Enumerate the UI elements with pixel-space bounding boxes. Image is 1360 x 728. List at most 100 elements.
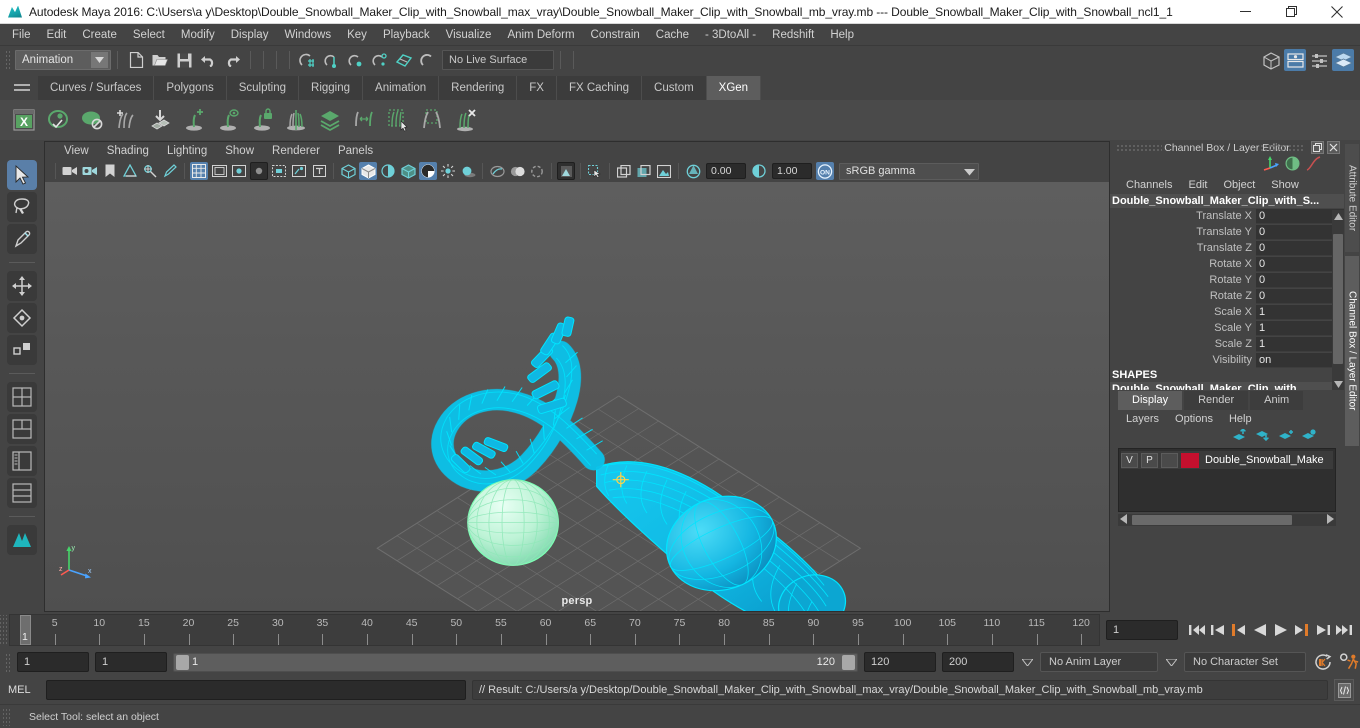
select-camera-icon[interactable] [61, 162, 79, 180]
image-plane-icon[interactable] [121, 162, 139, 180]
menu-item-visualize[interactable]: Visualize [438, 26, 500, 44]
menu-item-edit[interactable]: Edit [39, 26, 75, 44]
channel-row-translate-y[interactable]: Translate Y 0 [1110, 224, 1344, 240]
channel-row-translate-x[interactable]: Translate X 0 [1110, 208, 1344, 224]
snap-to-view-plane-icon[interactable] [392, 49, 416, 71]
character-set-dropdown-arrow-icon[interactable] [1164, 652, 1178, 672]
scale-tool-icon[interactable] [7, 335, 37, 365]
paint-select-tool-icon[interactable] [7, 224, 37, 254]
step-forward-keyframe-icon[interactable] [1312, 619, 1333, 641]
viewport-menu-view[interactable]: View [55, 145, 98, 157]
attribute-value[interactable]: 0 [1256, 224, 1344, 240]
playback-end-time-field[interactable]: 120 [864, 652, 936, 672]
menu-item-create[interactable]: Create [74, 26, 125, 44]
menu-set-selector[interactable]: Animation [15, 50, 111, 70]
wireframe-shading-icon[interactable] [339, 162, 357, 180]
grease-pencil-icon[interactable] [161, 162, 179, 180]
character-set-selector[interactable]: No Character Set [1184, 652, 1306, 672]
gamma-icon[interactable] [750, 162, 768, 180]
hscrollbar-thumb[interactable] [1132, 515, 1292, 525]
snap-to-curve-icon[interactable] [320, 49, 344, 71]
attribute-value[interactable]: on [1256, 352, 1344, 368]
range-start-handle[interactable] [176, 654, 189, 670]
current-frame-field[interactable]: 1 [1106, 620, 1178, 640]
gate-mask-icon[interactable] [250, 162, 268, 180]
layer-color-swatch[interactable] [1181, 452, 1199, 468]
command-language-label[interactable]: MEL [8, 684, 40, 696]
channel-row-rotate-y[interactable]: Rotate Y 0 [1110, 272, 1344, 288]
render-current-frame-icon[interactable] [615, 162, 633, 180]
shelf-tab-xgen[interactable]: XGen [706, 76, 762, 100]
go-to-end-icon[interactable] [1333, 619, 1354, 641]
xgen-mirror-primitive-icon[interactable] [280, 102, 312, 138]
attribute-value[interactable]: 0 [1256, 208, 1344, 224]
close-icon[interactable] [1314, 0, 1360, 24]
save-scene-icon[interactable] [172, 49, 196, 71]
irc-render-region-icon[interactable] [635, 162, 653, 180]
layer-display-type-toggle[interactable] [1161, 452, 1178, 468]
manipulator-axes-icon[interactable] [1262, 156, 1279, 176]
use-all-lights-icon[interactable] [439, 162, 457, 180]
shelf-tab-rigging[interactable]: Rigging [299, 76, 364, 100]
new-scene-icon[interactable] [124, 49, 148, 71]
layer-tab-anim[interactable]: Anim [1250, 391, 1304, 410]
open-scene-icon[interactable] [148, 49, 172, 71]
anim-layer-dropdown-arrow-icon[interactable] [1020, 652, 1034, 672]
color-space-selector[interactable]: sRGB gamma [839, 162, 979, 180]
xgen-preview-icon[interactable] [42, 102, 74, 138]
textured-mode-icon[interactable] [419, 162, 437, 180]
menu-item-anim-deform[interactable]: Anim Deform [499, 26, 582, 44]
menu-item-help[interactable]: Help [822, 26, 862, 44]
viewport-menu-shading[interactable]: Shading [98, 145, 158, 157]
show-hide-modeling-toolkit-icon[interactable] [1260, 49, 1282, 71]
two-d-pan-zoom-icon[interactable] [141, 162, 159, 180]
channel-row-rotate-x[interactable]: Rotate X 0 [1110, 256, 1344, 272]
anim-layer-selector[interactable]: No Anim Layer [1040, 652, 1158, 672]
maximize-icon[interactable] [1268, 0, 1314, 24]
viewport-menu-lighting[interactable]: Lighting [158, 145, 216, 157]
range-slider-grip[interactable] [4, 652, 11, 672]
new-layer-icon[interactable] [1279, 428, 1293, 446]
xgen-transfer-groom-icon[interactable] [348, 102, 380, 138]
menu-item-windows[interactable]: Windows [276, 26, 339, 44]
viewport-3d-canvas[interactable]: y x z persp [45, 182, 1109, 611]
xgen-clear-region-icon[interactable] [416, 102, 448, 138]
animation-preferences-icon[interactable] [1339, 651, 1360, 673]
layer-visibility-toggle[interactable]: V [1121, 452, 1138, 468]
script-editor-icon[interactable] [1334, 679, 1354, 701]
attribute-value[interactable]: 0 [1256, 272, 1344, 288]
undo-icon[interactable] [196, 49, 220, 71]
show-hide-tool-settings-icon[interactable] [1308, 49, 1330, 71]
channel-row-scale-z[interactable]: Scale Z 1 [1110, 336, 1344, 352]
menu-item-display[interactable]: Display [223, 26, 277, 44]
smooth-shade-all-icon[interactable] [359, 162, 377, 180]
range-end-handle[interactable] [842, 654, 855, 670]
channel-box-menu-channels[interactable]: Channels [1118, 179, 1180, 191]
play-forwards-icon[interactable] [1270, 619, 1291, 641]
menu-item-modify[interactable]: Modify [173, 26, 223, 44]
channel-box-scrollbar[interactable] [1332, 210, 1344, 390]
command-input-field[interactable] [46, 680, 466, 700]
shelf-menu-icon[interactable] [14, 80, 30, 94]
exposure-field[interactable]: 0.00 [706, 163, 746, 179]
anti-aliasing-icon[interactable] [528, 162, 546, 180]
show-hide-attribute-editor-icon[interactable] [1284, 49, 1306, 71]
show-grid-icon[interactable] [190, 162, 208, 180]
shade-selected-items-icon[interactable] [379, 162, 397, 180]
xgen-disable-preview-icon[interactable] [76, 102, 108, 138]
menu-item-select[interactable]: Select [125, 26, 173, 44]
auto-keyframe-toggle-icon[interactable] [1312, 651, 1333, 673]
menu-item-redshift[interactable]: Redshift [764, 26, 822, 44]
resolution-gate-icon[interactable] [230, 162, 248, 180]
attribute-value[interactable]: 0 [1256, 288, 1344, 304]
viewport-menu-panels[interactable]: Panels [329, 145, 382, 157]
channel-box-menu-show[interactable]: Show [1263, 179, 1307, 191]
viewport-menu-show[interactable]: Show [216, 145, 263, 157]
shelf-tab-fx[interactable]: FX [517, 76, 557, 100]
channel-row-scale-y[interactable]: Scale Y 1 [1110, 320, 1344, 336]
menu-item-key[interactable]: Key [339, 26, 375, 44]
shelf-tab-custom[interactable]: Custom [642, 76, 707, 100]
shelf-tab-polygons[interactable]: Polygons [154, 76, 227, 100]
layer-list-horizontal-scrollbar[interactable] [1118, 514, 1336, 526]
xgen-window-icon[interactable]: X [8, 102, 40, 138]
